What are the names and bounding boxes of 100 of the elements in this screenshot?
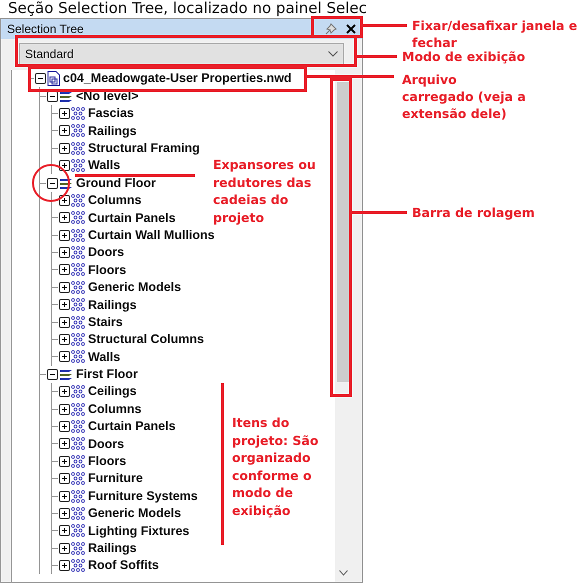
chevron-down-icon[interactable] (339, 570, 348, 576)
expand-icon[interactable] (59, 316, 70, 328)
tree-item[interactable]: Columns (88, 194, 142, 207)
expand-icon[interactable] (59, 421, 70, 432)
layers-icon (59, 368, 73, 381)
layers-icon (59, 90, 73, 103)
annotation-text: Modo de exibição (402, 48, 526, 66)
expand-icon[interactable] (59, 351, 70, 362)
dots-icon (71, 211, 85, 224)
tree-item[interactable]: Structural Framing (88, 142, 200, 154)
tree-item[interactable]: Curtain Panels (88, 420, 176, 433)
dots-icon (71, 280, 85, 294)
dots-icon (71, 490, 85, 503)
layers-icon (59, 176, 73, 190)
caption: Seção Selection Tree, localizado no painel Selec (7, 0, 368, 16)
annotation-text: Arquivo carregado (veja a extensão dele) (402, 71, 527, 122)
expand-icon[interactable] (59, 334, 70, 346)
collapse-icon[interactable] (35, 73, 46, 84)
tree-item[interactable]: Curtain Panels (88, 212, 176, 224)
tree-item[interactable]: <No level> (76, 90, 139, 102)
tree-item[interactable]: Generic Models (88, 281, 182, 294)
collapse-icon[interactable] (47, 368, 58, 380)
expand-icon[interactable] (59, 212, 70, 224)
collapse-icon[interactable] (47, 178, 58, 189)
dots-icon (71, 142, 85, 155)
tree-item[interactable]: Doors (88, 246, 124, 259)
expand-icon[interactable] (59, 560, 70, 572)
expand-icon[interactable] (59, 142, 70, 154)
chevron-down-icon (328, 51, 338, 57)
annotation-text: Fixar/desafixar janela e fechar (412, 17, 578, 51)
expand-icon[interactable] (59, 542, 70, 554)
tree-item[interactable]: Floors (88, 455, 126, 468)
tree-item[interactable]: Walls (88, 350, 120, 364)
dots-icon (71, 420, 85, 433)
tree-item[interactable]: First Floor (76, 368, 138, 381)
leader-line (352, 211, 407, 214)
tree-item[interactable]: Railings (88, 124, 137, 138)
dots-icon (71, 228, 85, 242)
panel-title: Selection Tree (7, 21, 85, 38)
dots-icon (71, 524, 85, 538)
dots-icon (71, 124, 85, 138)
tree-item[interactable]: Railings (88, 542, 137, 554)
expand-icon[interactable] (59, 456, 70, 467)
dots-icon (71, 385, 85, 398)
annotation-text: Itens do projeto: São organizado conforme o modo de exibição (232, 414, 320, 519)
dots-icon (71, 559, 85, 572)
leader-line (357, 55, 397, 58)
expand-icon[interactable] (59, 508, 70, 519)
tree-item[interactable]: Furniture (88, 472, 143, 485)
expand-icon[interactable] (59, 264, 70, 276)
expand-icon[interactable] (59, 525, 70, 536)
tree-item[interactable]: Lighting Fixtures (88, 524, 190, 538)
dots-icon (71, 333, 85, 346)
tree-item[interactable]: Stairs (88, 316, 123, 328)
pin-icon[interactable] (324, 22, 338, 36)
expand-icon[interactable] (59, 160, 70, 172)
tree-item[interactable]: Furniture Systems (88, 490, 198, 502)
tree-item[interactable]: Walls (88, 159, 120, 172)
dots-icon (71, 298, 85, 312)
dots-icon (71, 316, 85, 329)
dots-icon (71, 246, 85, 260)
expand-icon[interactable] (59, 282, 70, 293)
expand-icon[interactable] (59, 230, 70, 241)
dots-icon (71, 159, 85, 172)
expand-icon[interactable] (59, 194, 70, 206)
tree-item[interactable]: Ground Floor (76, 176, 156, 190)
expand-icon[interactable] (59, 473, 70, 484)
dots-icon (71, 506, 85, 520)
expand-icon[interactable] (59, 299, 70, 310)
dots-icon (71, 472, 85, 486)
tree-item[interactable]: Generic Models (88, 507, 182, 520)
tree-item[interactable]: Fascias (88, 107, 134, 120)
annotation-text: Expansores ou redutores das cadeias do projeto (213, 156, 317, 226)
view-mode-dropdown[interactable]: Standard (19, 43, 344, 65)
expand-icon[interactable] (59, 404, 70, 415)
expand-icon[interactable] (59, 247, 70, 258)
tree-item[interactable]: Ceilings (88, 385, 137, 398)
dots-icon (71, 454, 85, 468)
scrollbar-thumb[interactable] (337, 82, 350, 382)
dots-icon (71, 350, 85, 364)
leader-line (363, 24, 407, 27)
close-icon[interactable] (346, 24, 356, 34)
expand-icon[interactable] (59, 125, 70, 136)
tree-item[interactable]: Doors (88, 438, 124, 450)
tree-item[interactable]: Floors (88, 264, 126, 276)
dots-icon (71, 263, 85, 276)
expand-icon[interactable] (59, 386, 70, 398)
tree-item[interactable]: c04_Meadowgate-User Properties.nwd (63, 72, 292, 85)
dots-icon (71, 402, 85, 416)
dots-icon (71, 194, 85, 207)
annotation-text: Barra de rolagem (412, 204, 535, 222)
expand-icon[interactable] (59, 108, 70, 119)
dots-icon (71, 542, 85, 555)
tree-item[interactable]: Structural Columns (88, 333, 204, 346)
tree-item[interactable]: Roof Soffits (88, 559, 159, 572)
tree-item[interactable]: Railings (88, 298, 137, 312)
tree-item[interactable]: Curtain Wall Mullions (88, 228, 215, 242)
expand-icon[interactable] (59, 438, 70, 450)
expand-icon[interactable] (59, 490, 70, 502)
tree-item[interactable]: Columns (88, 402, 142, 416)
